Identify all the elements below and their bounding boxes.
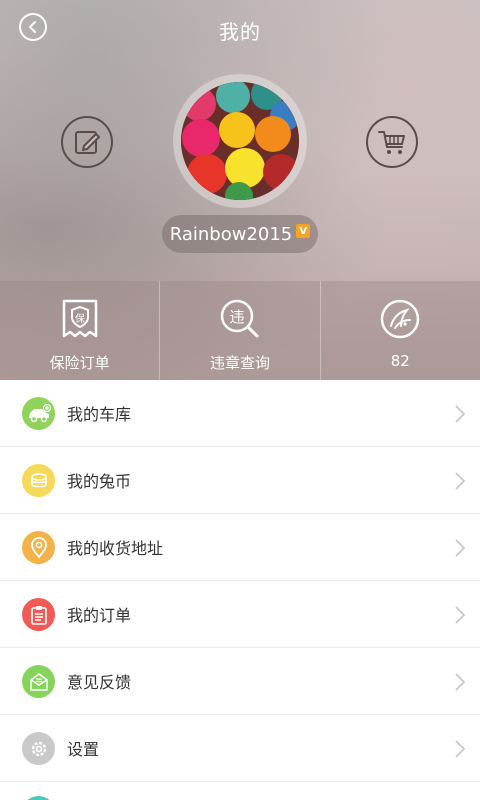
- top-bar: 我的: [0, 0, 480, 56]
- menu-item-garage[interactable]: 我的车库: [0, 380, 480, 447]
- menu-label: 我的兔币: [67, 472, 132, 491]
- insurance-order-icon: 保: [62, 299, 97, 338]
- clipboard-icon: [22, 598, 55, 631]
- insurance-order-label: 保险订单: [49, 354, 110, 372]
- chevron-right-icon: [455, 606, 466, 624]
- shopping-cart-icon: [378, 131, 405, 154]
- menu-item-feedback[interactable]: 意见反馈: [0, 648, 480, 715]
- vip-badge: V: [296, 224, 311, 238]
- yarn-balls-avatar: [181, 82, 299, 200]
- menu-label: 设置: [67, 740, 100, 759]
- car-garage-icon: [22, 397, 55, 430]
- chevron-right-icon: [455, 472, 466, 490]
- insurance-order-button[interactable]: 保 保险订单: [0, 281, 161, 380]
- menu-item-orders[interactable]: 我的订单: [0, 581, 480, 648]
- gear-icon: [22, 732, 55, 765]
- svg-text:违: 违: [229, 308, 244, 326]
- rabbit-coin-count: 82: [390, 352, 410, 370]
- violation-search-icon: 违: [220, 299, 259, 338]
- avatar[interactable]: [181, 82, 299, 200]
- chevron-right-icon: [455, 405, 466, 423]
- chevron-right-icon: [455, 740, 466, 758]
- username-pill[interactable]: Rainbow2015 V: [162, 215, 318, 253]
- chevron-right-icon: [455, 673, 466, 691]
- menu-item-settings[interactable]: 设置: [0, 715, 480, 782]
- partial-icon: [22, 796, 55, 800]
- feedback-icon: [22, 665, 55, 698]
- rabbit-coin-button[interactable]: 82: [321, 281, 480, 380]
- menu-label: 我的订单: [67, 606, 132, 625]
- edit-profile-button[interactable]: [61, 116, 113, 168]
- coin-stack-icon: [22, 464, 55, 497]
- edit-pencil-icon: [75, 131, 100, 154]
- next-menu-item-peek: [0, 782, 480, 800]
- chevron-right-icon: [455, 539, 466, 557]
- rabbit-coin-icon: [381, 299, 420, 339]
- menu-label: 我的收货地址: [67, 539, 164, 558]
- avatar-frame[interactable]: [173, 74, 307, 208]
- menu-list: 我的车库 我的兔币 我的收货地址 我的订单 意见反馈 设置: [0, 380, 480, 782]
- menu-label: 意见反馈: [67, 673, 132, 692]
- menu-item-address[interactable]: 我的收货地址: [0, 514, 480, 581]
- violation-search-label: 违章查询: [209, 354, 270, 372]
- svg-text:保: 保: [75, 312, 85, 325]
- location-pin-icon: [22, 531, 55, 564]
- violation-search-button[interactable]: 违 违章查询: [160, 281, 321, 380]
- username: Rainbow2015: [169, 223, 293, 245]
- profile-header: 我的 Rainbow2015 V 保 保险订单 违 违章查询 82: [0, 0, 480, 380]
- page-title: 我的: [219, 20, 261, 44]
- menu-item-coins[interactable]: 我的兔币: [0, 447, 480, 514]
- cart-button[interactable]: [366, 116, 418, 168]
- quick-actions: 保 保险订单 违 违章查询 82: [0, 281, 480, 380]
- menu-label: 我的车库: [67, 405, 132, 424]
